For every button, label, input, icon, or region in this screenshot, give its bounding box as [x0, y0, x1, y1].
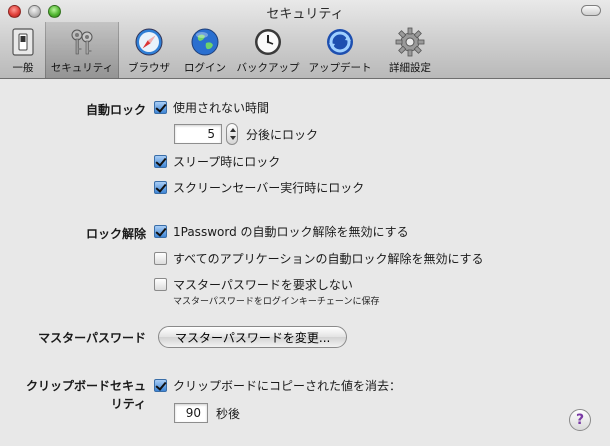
- toolbar-item-security[interactable]: セキュリティ: [45, 22, 119, 78]
- autolock-sleep-row: スリープ時にロック: [154, 153, 280, 170]
- master-row: マスターパスワードを変更...: [158, 326, 348, 348]
- clipboard-label-line1: クリップボードセキュ: [25, 379, 146, 393]
- help-icon: ?: [575, 412, 585, 428]
- unlock-opt3-text: マスターパスワードを要求しない: [173, 278, 353, 292]
- unlock-opt2-text: すべてのアプリケーションの自動ロック解除を無効にする: [173, 252, 484, 266]
- autolock-screensaver-text: スクリーンセーバー実行時にロック: [173, 181, 365, 195]
- unlock-opt1-text: 1Password の自動ロック解除を無効にする: [173, 225, 409, 239]
- refresh-icon: [327, 29, 353, 55]
- clock-icon: [255, 29, 281, 55]
- toolbar-item-backup[interactable]: バックアップ: [233, 22, 303, 78]
- autolock-screensaver-row: スクリーンセーバー実行時にロック: [154, 179, 364, 196]
- security-pane: 自動ロック 使用されない時間 5 分後にロック スリープ時にロック スクリーンセ…: [0, 79, 610, 446]
- compass-icon: [135, 28, 163, 56]
- toolbar-item-update[interactable]: アップデート: [305, 22, 375, 78]
- clipboard-label-line2: リティ: [110, 397, 146, 411]
- clipboard-seconds-suffix: 秒後: [216, 406, 241, 421]
- toolbar-item-browser[interactable]: ブラウザ: [122, 22, 176, 78]
- unlock-label: ロック解除: [85, 227, 146, 241]
- clipboard-seconds-row: 90 秒後: [174, 403, 240, 423]
- change-master-password-button[interactable]: マスターパスワードを変更...: [158, 326, 348, 348]
- toolbar-label: 一般: [12, 62, 34, 74]
- unlock-opt2-row: すべてのアプリケーションの自動ロック解除を無効にする: [154, 250, 484, 267]
- unlock-opt1-row: 1Password の自動ロック解除を無効にする: [154, 223, 409, 240]
- autolock-idle-row: 使用されない時間: [154, 99, 269, 116]
- toolbar-item-login[interactable]: ログイン: [178, 22, 232, 78]
- toolbar-label: バックアップ: [236, 62, 300, 74]
- autolock-sleep-text: スリープ時にロック: [173, 155, 281, 169]
- globe-icon: [191, 28, 219, 56]
- toolbar-label: ブラウザ: [128, 62, 170, 74]
- toolbar-label: セキュリティ: [50, 62, 114, 74]
- autolock-minutes-suffix: 分後にロック: [246, 127, 319, 142]
- unlock-opt2-checkbox[interactable]: [154, 252, 167, 265]
- clipboard-clear-row: クリップボードにコピーされた値を消去：: [154, 377, 401, 394]
- autolock-idle-text: 使用されない時間: [173, 101, 270, 115]
- toolbar-label: ログイン: [184, 62, 226, 74]
- clipboard-seconds-input[interactable]: 90: [174, 403, 208, 423]
- unlock-opt3-checkbox[interactable]: [154, 278, 167, 291]
- toolbar-label: 詳細設定: [389, 62, 431, 74]
- autolock-minutes-input[interactable]: 5: [174, 124, 222, 144]
- toolbar-toggle-button[interactable]: [581, 5, 601, 16]
- clipboard-clear-checkbox[interactable]: [154, 379, 167, 392]
- unlock-opt3-note: マスターパスワードをログインキーチェーンに保存: [173, 297, 380, 307]
- keys-icon: [71, 29, 93, 55]
- toolbar-item-advanced[interactable]: 詳細設定: [380, 22, 440, 78]
- autolock-minutes-row: 5 分後にロック: [174, 123, 318, 145]
- title-toolbar: セキュリティ 一般 セキュリティ ブラウザ ログイン バックアップ アップデート…: [0, 0, 610, 79]
- autolock-minutes-stepper[interactable]: [226, 123, 238, 145]
- autolock-screensaver-checkbox[interactable]: [154, 181, 167, 194]
- toolbar-label: アップデート: [308, 62, 372, 74]
- window-title: セキュリティ: [266, 7, 344, 22]
- unlock-opt1-checkbox[interactable]: [154, 225, 167, 238]
- clipboard-label: クリップボードセキュ リティ: [6, 377, 146, 413]
- toolbar: 一般 セキュリティ ブラウザ ログイン バックアップ アップデート 詳細設定: [0, 22, 610, 78]
- autolock-label: 自動ロック: [85, 103, 146, 117]
- gear-icon: [395, 27, 425, 57]
- preferences-window: セキュリティ 一般 セキュリティ ブラウザ ログイン バックアップ アップデート…: [0, 0, 610, 446]
- autolock-idle-checkbox[interactable]: [154, 101, 167, 114]
- autolock-sleep-checkbox[interactable]: [154, 155, 167, 168]
- toolbar-item-general[interactable]: 一般: [2, 22, 44, 78]
- help-button[interactable]: ?: [569, 409, 591, 431]
- clipboard-clear-text: クリップボードにコピーされた値を消去：: [173, 379, 402, 393]
- general-switch-icon: [12, 28, 34, 56]
- master-label: マスターパスワード: [38, 331, 146, 345]
- unlock-opt3-row: マスターパスワードを要求しない: [154, 276, 353, 293]
